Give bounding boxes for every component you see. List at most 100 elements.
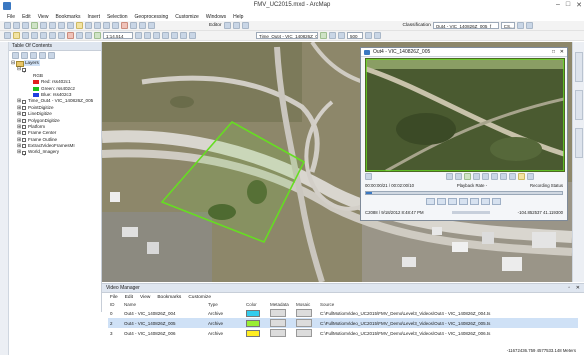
geoprocessing-tab[interactable]: [575, 90, 583, 120]
time-slider-icon[interactable]: [148, 22, 155, 29]
column-header[interactable]: Source: [318, 301, 578, 308]
menu-geoprocessing[interactable]: Geoprocessing: [135, 14, 169, 20]
zoom-out-icon[interactable]: [13, 22, 20, 29]
capture-image-icon[interactable]: [455, 173, 462, 180]
edit-vertices-icon[interactable]: [241, 22, 249, 29]
layer-visibility-checkbox[interactable]: ✓: [22, 150, 27, 157]
search-tab[interactable]: [575, 52, 583, 82]
row-color-swatch[interactable]: [246, 309, 260, 317]
table-row[interactable]: 3 Out4 - VIC_140826Z_006 Archive C:\Full…: [108, 328, 578, 338]
volume-slider[interactable]: [451, 211, 490, 214]
catalog-tab[interactable]: [575, 128, 583, 158]
column-header[interactable]: Metadata: [268, 301, 294, 308]
menu-bookmarks[interactable]: Bookmarks: [55, 14, 80, 20]
hyperlink-icon[interactable]: [121, 22, 128, 29]
step-forward-icon[interactable]: [469, 198, 479, 205]
menu-edit[interactable]: Edit: [22, 14, 31, 20]
step-value-input[interactable]: 500: [347, 32, 363, 39]
pin-icon[interactable]: ▫: [568, 284, 570, 292]
layer-visibility-checkbox[interactable]: [22, 118, 26, 123]
layer-visibility-checkbox[interactable]: [22, 112, 26, 117]
column-header[interactable]: Type: [206, 301, 244, 308]
step-backward-icon[interactable]: [436, 198, 446, 205]
classify-icon[interactable]: [516, 22, 524, 29]
record-icon[interactable]: [491, 198, 501, 205]
fixed-zoom-out-icon[interactable]: [49, 22, 56, 29]
menu-customize[interactable]: Customize: [175, 14, 199, 20]
row-name[interactable]: Out4 - VIC_140826Z_005: [122, 318, 206, 328]
vm-menu-bookmarks[interactable]: Bookmarks: [157, 295, 181, 300]
editor-toolbar-icon[interactable]: [135, 32, 142, 39]
sketch-tool-icon[interactable]: [232, 22, 240, 29]
map-scale-combo[interactable]: 1:14,514: [103, 32, 133, 39]
row-color-swatch[interactable]: [246, 319, 260, 327]
layer-visibility-checkbox[interactable]: [22, 144, 26, 149]
column-header[interactable]: Mosaic: [294, 301, 318, 308]
layer-visibility-checkbox[interactable]: [22, 99, 26, 104]
layer-visibility-checkbox[interactable]: ✓: [22, 67, 27, 74]
add-data-icon[interactable]: [94, 32, 101, 39]
redo-icon[interactable]: [85, 32, 92, 39]
column-header[interactable]: Name: [122, 301, 206, 308]
pan-to-frame-icon[interactable]: [509, 173, 516, 180]
full-extent-icon[interactable]: [31, 22, 38, 29]
video-progress-bar[interactable]: [365, 191, 563, 195]
close-icon[interactable]: ✕: [576, 1, 582, 9]
list-by-drawing-order-icon[interactable]: [12, 52, 19, 59]
maximize-icon[interactable]: □: [566, 1, 570, 9]
list-by-source-icon[interactable]: [21, 52, 28, 59]
zoom-to-frame-icon[interactable]: [500, 173, 507, 180]
mosaic-button[interactable]: [296, 328, 312, 337]
vm-menu-edit[interactable]: Edit: [125, 295, 133, 300]
html-popup-icon[interactable]: [130, 22, 137, 29]
minimize-icon[interactable]: –: [556, 1, 560, 9]
vm-menu-customize[interactable]: Customize: [188, 295, 211, 300]
table-row[interactable]: 0 Out4 - VIC_140826Z_004 Archive C:\Full…: [108, 308, 578, 318]
fast-forward-icon[interactable]: [480, 198, 490, 205]
video-options-icon[interactable]: [527, 173, 534, 180]
menu-view[interactable]: View: [38, 14, 49, 20]
toc-options-icon[interactable]: [48, 52, 55, 59]
fixed-zoom-in-icon[interactable]: [40, 22, 47, 29]
menu-selection[interactable]: Selection: [107, 14, 128, 20]
row-color-swatch[interactable]: [246, 329, 260, 337]
display-center-icon[interactable]: [518, 173, 525, 180]
metadata-button[interactable]: [270, 318, 286, 327]
catalog-window-icon[interactable]: [153, 32, 160, 39]
save-icon[interactable]: [22, 32, 29, 39]
zoom-in-icon[interactable]: [4, 22, 11, 29]
delete-icon[interactable]: [67, 32, 74, 39]
bookmark-icon[interactable]: [446, 173, 453, 180]
metadata-button[interactable]: [270, 328, 286, 337]
expand-icon[interactable]: [365, 173, 372, 180]
layer-name[interactable]: World_Imagery: [28, 149, 59, 155]
copy-icon[interactable]: [49, 32, 56, 39]
add-line-icon[interactable]: [482, 173, 489, 180]
layer-visibility-checkbox[interactable]: [22, 125, 26, 130]
layer-visibility-checkbox[interactable]: [22, 131, 26, 136]
table-row-selected[interactable]: 2 Out4 - VIC_140826Z_005 Archive C:\Full…: [108, 318, 578, 328]
metadata-button[interactable]: [270, 308, 286, 317]
python-icon[interactable]: [180, 32, 187, 39]
vm-menu-view[interactable]: View: [140, 295, 150, 300]
training-sample-icon[interactable]: [525, 22, 533, 29]
column-header[interactable]: Color: [244, 301, 268, 308]
classification-field-dropdown[interactable]: CS...: [500, 22, 515, 29]
open-icon[interactable]: [13, 32, 20, 39]
row-name[interactable]: Out4 - VIC_140826Z_006: [122, 328, 206, 338]
editor-label[interactable]: Editor: [209, 23, 222, 28]
go-to-xy-icon[interactable]: [139, 22, 146, 29]
classification-dropdown[interactable]: Out4 - VIC_140826Z_005_f: [432, 22, 499, 29]
expand-icon[interactable]: ⊞: [17, 149, 21, 155]
cut-icon[interactable]: [40, 32, 47, 39]
undo-icon[interactable]: [76, 32, 83, 39]
step-forward-icon[interactable]: [338, 32, 345, 39]
select-features-icon[interactable]: [76, 22, 83, 29]
list-by-selection-icon[interactable]: [39, 52, 46, 59]
mosaic-button[interactable]: [296, 318, 312, 327]
find-icon[interactable]: [103, 22, 110, 29]
print-icon[interactable]: [31, 32, 38, 39]
mosaic-button[interactable]: [296, 308, 312, 317]
play-time-icon[interactable]: [320, 32, 327, 39]
add-point-icon[interactable]: [473, 173, 480, 180]
